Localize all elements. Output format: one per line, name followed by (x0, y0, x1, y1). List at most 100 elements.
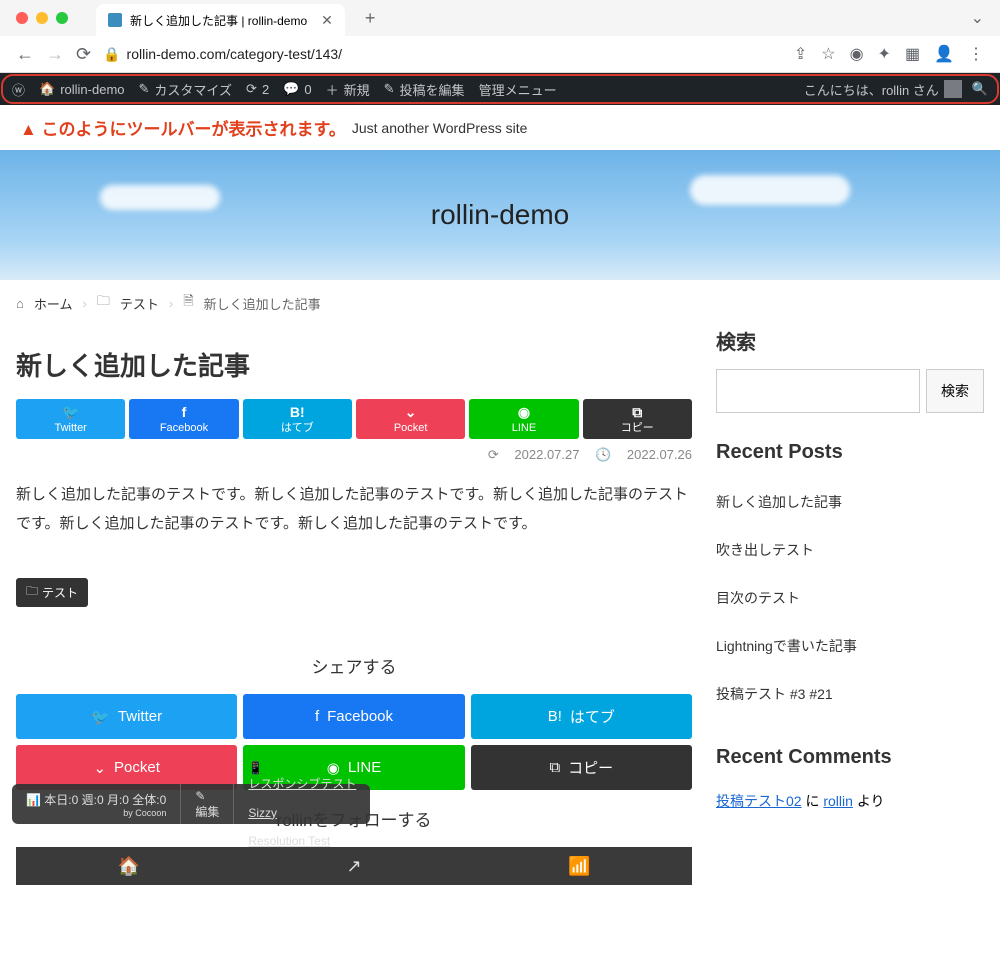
site-link[interactable]: 🏠 rollin-demo (39, 81, 125, 97)
customize-link[interactable]: ✎ カスタマイズ (139, 80, 233, 99)
window-controls (16, 12, 68, 24)
annotation-text: ▲ このようにツールバーが表示されます。 (20, 115, 346, 140)
breadcrumb-current: 新しく追加した記事 (204, 294, 321, 313)
wp-admin-bar: ⓦ 🏠 rollin-demo ✎ カスタマイズ ⟳ 2 💬 0 ＋ 新規 ✎ … (0, 73, 1000, 105)
breadcrumb-category[interactable]: テスト (120, 294, 159, 313)
browser-chrome: 新しく追加した記事 | rollin-demo ✕ + ⌄ ← → ⟳ 🔒 ro… (0, 0, 1000, 73)
line-icon: ◉ (518, 403, 530, 421)
follow-rss-button[interactable]: 📶 (467, 847, 692, 885)
extensions-icon[interactable]: ✦ (878, 44, 891, 64)
chevron-right-icon: › (169, 296, 173, 311)
stats-counts: 📊 本日:0 週:0 月:0 全体:0 by Cocoon (12, 784, 181, 824)
share-heading: シェアする (16, 653, 692, 678)
share-buttons-top: 🐦Twitter fFacebook B!はてブ ⌄Pocket ◉LINE ⧉… (16, 399, 692, 439)
toolbar-icons: ⇪ ☆ ◉ ✦ ▦ 👤 ⋮ (794, 44, 984, 64)
search-input[interactable] (716, 369, 920, 413)
maximize-window-button[interactable] (56, 12, 68, 24)
sidebar: 検索 検索 Recent Posts 新しく追加した記事 吹き出しテスト 目次の… (716, 326, 984, 885)
comments-link[interactable]: 💬 0 (283, 81, 311, 97)
pocket-icon: ⌄ (405, 403, 417, 421)
responsive-test-link[interactable]: レスポンシブテスト (248, 775, 356, 792)
share-icon[interactable]: ⇪ (794, 44, 807, 64)
comment-post-link[interactable]: 投稿テスト02 (716, 793, 802, 809)
comment-author-link[interactable]: rollin (823, 793, 853, 809)
menu-icon[interactable]: ⋮ (968, 44, 984, 64)
search-widget: 検索 検索 (716, 326, 984, 413)
tab-close-icon[interactable]: ✕ (321, 12, 333, 29)
annotation-overlay: ▲ このようにツールバーが表示されます。 Just another WordPr… (0, 105, 1000, 150)
share-hatena-button[interactable]: B!はてブ (471, 694, 692, 739)
apps-icon[interactable]: ▦ (905, 44, 920, 64)
pocket-icon: ⌄ (93, 759, 106, 777)
file-icon: 🗎 (183, 292, 193, 314)
wp-logo-icon[interactable]: ⓦ (12, 80, 25, 99)
share-line-button[interactable]: ◉LINE (469, 399, 578, 439)
share-facebook-button[interactable]: fFacebook (129, 399, 238, 439)
bookmark-icon[interactable]: ☆ (821, 44, 835, 64)
share-twitter-button[interactable]: 🐦Twitter (16, 694, 237, 739)
recent-post-link[interactable]: Lightningで書いた記事 (716, 622, 984, 670)
breadcrumb-home[interactable]: ホーム (34, 294, 73, 313)
facebook-icon: f (182, 403, 187, 421)
breadcrumb: ⌂ ホーム › 🗀 テスト › 🗎 新しく追加した記事 (0, 280, 1000, 326)
admin-menu-link[interactable]: 管理メニュー (479, 80, 557, 99)
chevron-right-icon: › (82, 296, 86, 311)
reload-button[interactable]: ⟳ (76, 44, 91, 65)
home-icon: 🏠 (117, 856, 139, 877)
avatar-icon (944, 80, 962, 98)
lock-icon: 🔒 (103, 46, 120, 63)
site-tagline: Just another WordPress site (352, 120, 528, 136)
search-button[interactable]: 検索 (926, 369, 984, 413)
tab-overflow-icon[interactable]: ⌄ (971, 8, 984, 28)
hatena-icon: B! (290, 403, 305, 421)
search-icon[interactable]: 🔍 (972, 81, 988, 97)
site-title[interactable]: rollin-demo (431, 199, 570, 231)
recent-posts-widget: Recent Posts 新しく追加した記事 吹き出しテスト 目次のテスト Li… (716, 441, 984, 718)
recent-post-link[interactable]: 投稿テスト #3 #21 (716, 670, 984, 718)
responsive-tools: 📱 レスポンシブテスト Sizzy Resolution Test (234, 784, 370, 824)
titlebar: 新しく追加した記事 | rollin-demo ✕ + ⌄ (0, 0, 1000, 36)
copy-icon: ⧉ (632, 403, 642, 421)
recent-posts-title: Recent Posts (716, 441, 984, 464)
sizzy-link[interactable]: Sizzy (248, 806, 356, 820)
share-hatena-button[interactable]: B!はてブ (243, 399, 352, 439)
published-date: ⟳ 2022.07.27 (488, 447, 580, 462)
greeting[interactable]: こんにちは、rollin さん (804, 80, 962, 99)
share-copy-button[interactable]: ⧉コピー (583, 399, 692, 439)
follow-share-button[interactable]: ↗ (241, 847, 466, 885)
share-facebook-button[interactable]: fFacebook (243, 694, 464, 739)
edit-post-link[interactable]: ✎ 投稿を編集 (384, 80, 465, 99)
browser-tab[interactable]: 新しく追加した記事 | rollin-demo ✕ (96, 4, 345, 36)
category-tag[interactable]: 🗀 テスト (16, 578, 88, 607)
recent-post-link[interactable]: 吹き出しテスト (716, 526, 984, 574)
share-twitter-button[interactable]: 🐦Twitter (16, 399, 125, 439)
follow-home-button[interactable]: 🏠 (16, 847, 241, 885)
follow-buttons: 🏠 ↗ 📶 (16, 847, 692, 885)
new-link[interactable]: ＋ 新規 (326, 80, 370, 99)
recent-comment-item: 投稿テスト02 に rollin より (716, 783, 984, 820)
close-window-button[interactable] (16, 12, 28, 24)
back-button[interactable]: ← (16, 44, 34, 65)
rss-icon: 📶 (568, 856, 590, 877)
recent-post-link[interactable]: 新しく追加した記事 (716, 478, 984, 526)
twitter-icon: 🐦 (62, 403, 79, 421)
edit-button[interactable]: ✎ 編集 (181, 784, 234, 824)
new-tab-button[interactable]: + (365, 8, 376, 29)
camera-icon[interactable]: ◉ (850, 44, 864, 64)
tab-title: 新しく追加した記事 | rollin-demo (130, 12, 307, 29)
recent-post-link[interactable]: 目次のテスト (716, 574, 984, 622)
share-pocket-button[interactable]: ⌄Pocket (356, 399, 465, 439)
minimize-window-button[interactable] (36, 12, 48, 24)
forward-button[interactable]: → (46, 44, 64, 65)
share-copy-button[interactable]: ⧉コピー (471, 745, 692, 790)
twitter-icon: 🐦 (91, 708, 110, 726)
stats-bar: 📊 本日:0 週:0 月:0 全体:0 by Cocoon ✎ 編集 📱 レスポ… (12, 784, 370, 824)
address-bar[interactable]: 🔒 rollin-demo.com/category-test/143/ (103, 46, 782, 63)
favicon-icon (108, 13, 122, 27)
recent-comments-widget: Recent Comments 投稿テスト02 に rollin より (716, 746, 984, 820)
updates-link[interactable]: ⟳ 2 (246, 81, 269, 97)
hatena-icon: B! (548, 708, 562, 725)
search-title: 検索 (716, 326, 984, 355)
folder-icon: 🗀 (26, 582, 38, 603)
profile-icon[interactable]: 👤 (934, 44, 954, 64)
